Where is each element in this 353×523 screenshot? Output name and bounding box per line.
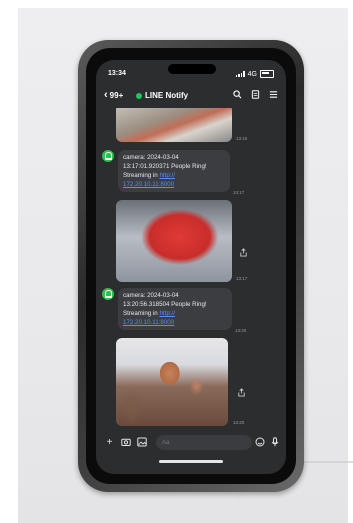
message-timestamp: 13:17 [233, 190, 245, 195]
message-composer: + [96, 432, 286, 456]
battery-icon [260, 70, 274, 78]
message-line: 13:20:56.318504 People Ring! [123, 301, 207, 308]
stream-link[interactable]: 172.20.10.11:8000 [123, 319, 174, 326]
stream-link[interactable]: 172.20.10.11:8000 [123, 181, 174, 188]
image-timestamp: 13:20 [233, 420, 245, 425]
menu-icon[interactable] [269, 90, 278, 99]
signal-icon [235, 71, 245, 77]
chat-title[interactable]: LINE Notify [136, 91, 188, 100]
message-line: camera: 2024-03-04 [123, 154, 179, 161]
status-right: 4G [235, 70, 274, 78]
phone-screen: 13:34 4G ‹ 99+ LINE Notify 13:16 camera:… [96, 60, 286, 474]
unread-count: 99+ [109, 90, 124, 100]
message-feed[interactable]: 13:16 camera: 2024-03-04 13:17:01.920371… [96, 108, 286, 434]
share-icon[interactable] [238, 248, 248, 258]
image-timestamp: 13:16 [236, 136, 248, 141]
message-text: Streaming in [123, 172, 158, 179]
message-timestamp: 13:20 [235, 328, 247, 333]
message-text: Streaming in [123, 310, 158, 317]
line-notify-avatar-icon[interactable] [102, 288, 114, 300]
camera-snapshot-image[interactable] [116, 338, 228, 426]
stream-link[interactable]: http:// [159, 172, 174, 179]
header-actions [233, 90, 278, 99]
message-bubble[interactable]: camera: 2024-03-04 13:20:56.318504 Peopl… [118, 288, 232, 330]
message-line: Streaming in http:// [123, 309, 227, 318]
message-line: Streaming in http:// [123, 171, 225, 180]
camera-snapshot-image[interactable] [116, 108, 232, 142]
camera-snapshot-image[interactable] [116, 200, 232, 282]
back-button[interactable]: ‹ 99+ [104, 89, 124, 101]
message-line: camera: 2024-03-04 [123, 292, 179, 299]
microphone-icon[interactable] [269, 437, 280, 448]
emoji-icon[interactable] [254, 437, 265, 448]
message-line: 13:17:01.920371 People Ring! [123, 163, 207, 170]
status-time: 13:34 [108, 70, 126, 77]
image-icon[interactable] [136, 437, 147, 448]
official-badge-icon [136, 92, 142, 99]
notes-icon[interactable] [251, 90, 260, 99]
line-notify-avatar-icon[interactable] [102, 150, 114, 162]
network-label: 4G [247, 70, 257, 78]
share-icon[interactable] [236, 388, 246, 398]
message-input[interactable] [156, 435, 252, 450]
camera-icon[interactable] [120, 437, 131, 448]
message-bubble[interactable]: camera: 2024-03-04 13:17:01.920371 Peopl… [118, 150, 230, 192]
home-indicator[interactable] [159, 460, 223, 463]
chat-header: ‹ 99+ LINE Notify [96, 88, 286, 106]
stream-link[interactable]: http:// [159, 310, 174, 317]
status-bar: 13:34 4G [96, 70, 286, 84]
chat-title-text: LINE Notify [145, 91, 189, 100]
search-icon[interactable] [233, 90, 242, 99]
chevron-left-icon: ‹ [104, 89, 108, 101]
plus-icon[interactable]: + [104, 437, 115, 448]
image-timestamp: 13:17 [236, 276, 248, 281]
